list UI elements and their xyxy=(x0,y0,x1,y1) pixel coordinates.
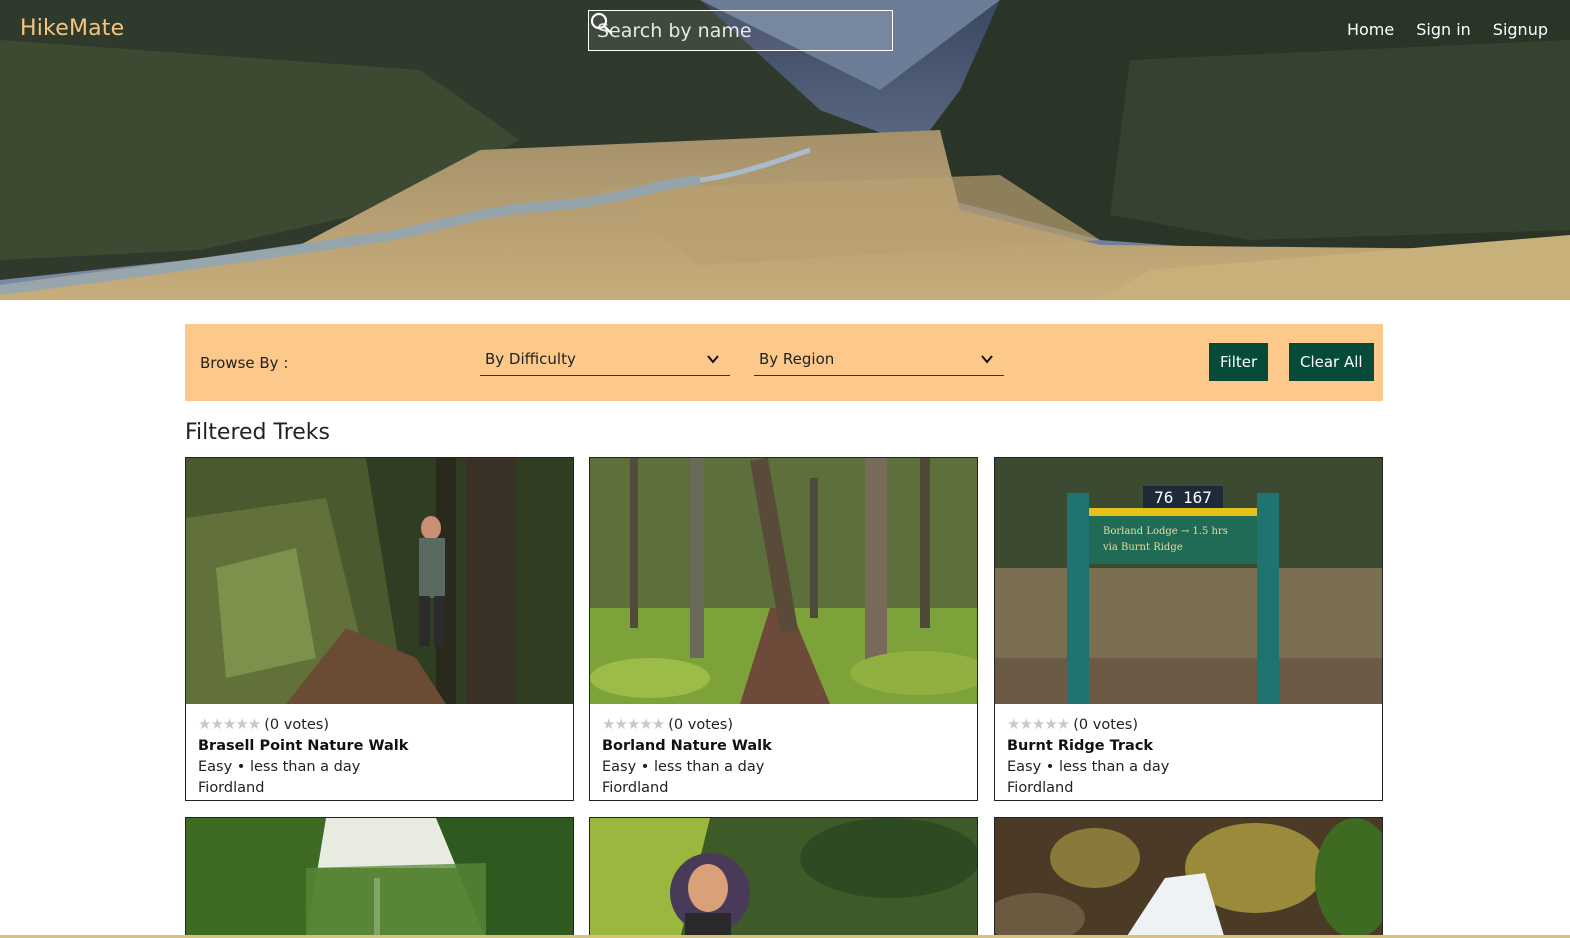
trek-photo xyxy=(186,818,573,938)
difficulty-select[interactable]: By Difficulty xyxy=(480,348,730,376)
vote-count: (0 votes) xyxy=(668,717,734,733)
search-icon xyxy=(590,12,613,35)
trek-region: Fiordland xyxy=(1007,780,1074,796)
vote-count: (0 votes) xyxy=(1073,717,1139,733)
hero-banner: HikeMate Home Sign in Signup xyxy=(0,0,1570,300)
trek-name[interactable]: Burnt Ridge Track xyxy=(1007,736,1374,757)
trek-info: ★★★★★ (0 votes) Burnt Ridge Track Easy • … xyxy=(1007,714,1374,799)
rating-stars: ★★★★★ xyxy=(1007,715,1070,733)
rating-stars: ★★★★★ xyxy=(198,715,261,733)
filter-button[interactable]: Filter xyxy=(1209,343,1269,381)
filter-bar: Browse By : By Difficulty By Region Filt… xyxy=(185,324,1383,401)
trek-region: Fiordland xyxy=(602,780,669,796)
trek-region: Fiordland xyxy=(198,780,265,796)
trek-name[interactable]: Brasell Point Nature Walk xyxy=(198,736,565,757)
trek-card-partial[interactable] xyxy=(185,817,574,938)
trek-photo xyxy=(995,818,1382,938)
nav-signup-link[interactable]: Signup xyxy=(1493,20,1548,39)
clear-all-button[interactable]: Clear All xyxy=(1289,343,1374,381)
trek-card[interactable]: ★★★★★ (0 votes) Brasell Point Nature Walk… xyxy=(185,457,574,801)
rating-stars: ★★★★★ xyxy=(602,715,665,733)
search-box[interactable] xyxy=(588,10,893,51)
nav-home-link[interactable]: Home xyxy=(1347,20,1394,39)
trek-photo xyxy=(590,458,977,704)
browse-by-label: Browse By : xyxy=(200,354,289,372)
trek-card[interactable]: ★★★★★ (0 votes) Borland Nature Walk Easy … xyxy=(589,457,978,801)
trek-card-partial[interactable] xyxy=(589,817,978,938)
trek-info: ★★★★★ (0 votes) Brasell Point Nature Walk… xyxy=(198,714,565,799)
trek-details: Easy • less than a day xyxy=(1007,759,1170,775)
region-select[interactable]: By Region xyxy=(754,348,1004,376)
trek-card-partial[interactable] xyxy=(994,817,1383,938)
trek-name[interactable]: Borland Nature Walk xyxy=(602,736,969,757)
search-input[interactable] xyxy=(597,19,847,42)
region-select-value: By Region xyxy=(759,350,835,368)
sign-line-2: via Burnt Ridge xyxy=(1102,542,1183,553)
vote-count: (0 votes) xyxy=(264,717,330,733)
section-title: Filtered Treks xyxy=(185,420,330,445)
nav-signin-link[interactable]: Sign in xyxy=(1416,20,1471,39)
brand-logo[interactable]: HikeMate xyxy=(20,16,124,41)
sign-line-1: Borland Lodge → 1.5 hrs xyxy=(1103,526,1228,537)
trek-info: ★★★★★ (0 votes) Borland Nature Walk Easy … xyxy=(602,714,969,799)
chevron-down-icon xyxy=(707,355,719,364)
rating-row: ★★★★★ (0 votes) xyxy=(1007,714,1374,736)
difficulty-select-value: By Difficulty xyxy=(485,350,576,368)
trek-details: Easy • less than a day xyxy=(198,759,361,775)
sign-number: 76 167 xyxy=(1154,488,1212,507)
top-nav: Home Sign in Signup xyxy=(1347,20,1548,39)
rating-row: ★★★★★ (0 votes) xyxy=(198,714,565,736)
trek-photo: 76 167 Borland Lodge → 1.5 hrs via Burnt… xyxy=(995,458,1382,704)
rating-row: ★★★★★ (0 votes) xyxy=(602,714,969,736)
trek-photo xyxy=(186,458,573,704)
trek-details: Easy • less than a day xyxy=(602,759,765,775)
trek-photo xyxy=(590,818,977,938)
chevron-down-icon xyxy=(981,355,993,364)
trek-card[interactable]: 76 167 Borland Lodge → 1.5 hrs via Burnt… xyxy=(994,457,1383,801)
